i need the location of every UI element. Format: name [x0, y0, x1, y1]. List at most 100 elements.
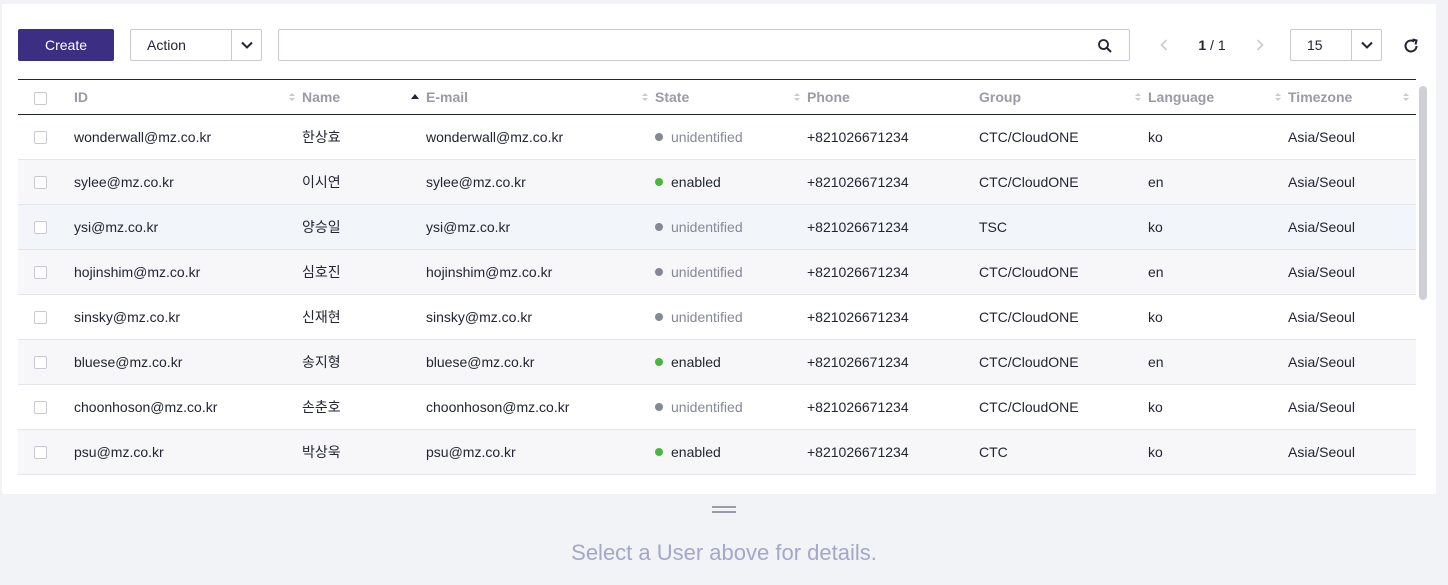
cell-state: unidentified [655, 294, 807, 340]
action-dropdown-label: Action [147, 37, 186, 53]
table-row[interactable]: choonhoson@mz.co.kr 손춘호 choonhoson@mz.co.k… [18, 384, 1416, 430]
state-badge: enabled [655, 354, 721, 370]
cell-email: choonhoson@mz.co.kr [426, 384, 655, 430]
cell-id: sinsky@mz.co.kr [74, 294, 302, 340]
table-body: wonderwall@mz.co.kr 한상효 wonderwall@mz.co.k… [18, 114, 1416, 475]
row-checkbox[interactable] [34, 401, 47, 415]
cell-id: wonderwall@mz.co.kr [74, 114, 302, 160]
cell-id: bluese@mz.co.kr [74, 339, 302, 385]
sort-icon[interactable] [1134, 91, 1142, 103]
table-scrollbar[interactable] [1419, 86, 1427, 300]
sort-icon[interactable] [1274, 91, 1282, 103]
cell-email: psu@mz.co.kr [426, 429, 655, 475]
sort-icon[interactable] [641, 91, 649, 103]
cell-id: hojinshim@mz.co.kr [74, 249, 302, 295]
row-checkbox-cell [18, 384, 74, 430]
state-label: unidentified [671, 264, 743, 280]
cell-language: en [1148, 159, 1288, 205]
state-label: unidentified [671, 219, 743, 235]
cell-state: unidentified [655, 249, 807, 295]
column-header-state[interactable]: State [655, 80, 807, 115]
search-bar[interactable] [278, 29, 1130, 61]
cell-timezone: Asia/Seoul [1288, 249, 1416, 295]
table-row[interactable]: hojinshim@mz.co.kr 심호진 hojinshim@mz.co.kr u… [18, 249, 1416, 295]
cell-state: enabled [655, 429, 807, 475]
cell-group: CTC/CloudONE [979, 114, 1148, 160]
state-badge: unidentified [655, 219, 743, 235]
state-badge: enabled [655, 174, 721, 190]
cell-name: 이시연 [302, 159, 426, 205]
cell-name: 심호진 [302, 249, 426, 295]
row-checkbox[interactable] [34, 356, 47, 370]
state-dot-icon [655, 358, 663, 366]
cell-email: hojinshim@mz.co.kr [426, 249, 655, 295]
cell-group: CTC/CloudONE [979, 249, 1148, 295]
page-size-dropdown[interactable]: 15 [1290, 29, 1382, 61]
column-header-phone[interactable]: Phone [807, 80, 979, 115]
column-header-email[interactable]: E-mail [426, 80, 655, 115]
search-input[interactable] [279, 30, 1079, 60]
table-row[interactable]: sinsky@mz.co.kr 신재현 sinsky@mz.co.kr unident… [18, 294, 1416, 340]
sort-icon[interactable] [793, 91, 801, 103]
row-checkbox[interactable] [34, 176, 47, 190]
cell-group: CTC/CloudONE [979, 159, 1148, 205]
column-header-group[interactable]: Group [979, 80, 1148, 115]
column-header-timezone[interactable]: Timezone [1288, 80, 1416, 115]
state-label: enabled [671, 444, 721, 460]
row-checkbox-cell [18, 339, 74, 385]
cell-name: 한상효 [302, 114, 426, 160]
row-checkbox[interactable] [34, 446, 47, 460]
cell-email: sylee@mz.co.kr [426, 159, 655, 205]
resize-handle[interactable] [712, 506, 736, 514]
cell-phone: +821026671234 [807, 429, 979, 475]
state-badge: enabled [655, 444, 721, 460]
column-header-name[interactable]: Name [302, 80, 426, 115]
row-checkbox-cell [18, 294, 74, 340]
chevron-down-icon[interactable] [1351, 30, 1381, 60]
search-icon[interactable] [1097, 38, 1113, 54]
cell-name: 송지형 [302, 339, 426, 385]
row-checkbox[interactable] [34, 311, 47, 325]
table-row[interactable]: psu@mz.co.kr 박상욱 psu@mz.co.kr enabled +82102… [18, 429, 1416, 475]
next-page-button[interactable] [1248, 29, 1272, 61]
row-checkbox[interactable] [34, 266, 47, 280]
state-dot-icon [655, 133, 663, 141]
column-header-language[interactable]: Language [1148, 80, 1288, 115]
pagination: 1 / 1 [1152, 29, 1272, 61]
detail-empty-message: Select a User above for details. [571, 540, 877, 565]
cell-timezone: Asia/Seoul [1288, 384, 1416, 430]
select-all-checkbox[interactable] [34, 91, 47, 105]
cell-email: sinsky@mz.co.kr [426, 294, 655, 340]
table-row[interactable]: sylee@mz.co.kr 이시연 sylee@mz.co.kr enabled +8… [18, 159, 1416, 205]
sort-ascending-icon[interactable] [410, 91, 420, 103]
page-indicator: 1 / 1 [1176, 37, 1248, 53]
column-label: Language [1148, 88, 1215, 105]
chevron-down-icon[interactable] [231, 30, 261, 60]
cell-email: wonderwall@mz.co.kr [426, 114, 655, 160]
cell-name: 양승일 [302, 204, 426, 250]
sort-icon[interactable] [1402, 91, 1410, 103]
sort-icon[interactable] [288, 91, 296, 103]
row-checkbox[interactable] [34, 131, 47, 145]
prev-page-button[interactable] [1152, 29, 1176, 61]
cell-group: CTC/CloudONE [979, 339, 1148, 385]
cell-timezone: Asia/Seoul [1288, 159, 1416, 205]
state-dot-icon [655, 313, 663, 321]
row-checkbox[interactable] [34, 221, 47, 235]
table-row[interactable]: ysi@mz.co.kr 양승일 ysi@mz.co.kr unidentified +… [18, 204, 1416, 250]
cell-phone: +821026671234 [807, 384, 979, 430]
cell-timezone: Asia/Seoul [1288, 294, 1416, 340]
table-row[interactable]: wonderwall@mz.co.kr 한상효 wonderwall@mz.co.k… [18, 114, 1416, 160]
cell-phone: +821026671234 [807, 339, 979, 385]
cell-language: ko [1148, 204, 1288, 250]
cell-language: ko [1148, 114, 1288, 160]
cell-state: unidentified [655, 114, 807, 160]
user-table: ID Name E-mail State Phone Group Languag… [18, 80, 1416, 475]
cell-id: ysi@mz.co.kr [74, 204, 302, 250]
column-header-id[interactable]: ID [74, 80, 302, 115]
table-row[interactable]: bluese@mz.co.kr 송지형 bluese@mz.co.kr enabled… [18, 339, 1416, 385]
create-button[interactable]: Create [18, 29, 114, 61]
action-dropdown[interactable]: Action [130, 29, 262, 61]
state-dot-icon [655, 178, 663, 186]
refresh-icon[interactable] [1402, 37, 1420, 55]
